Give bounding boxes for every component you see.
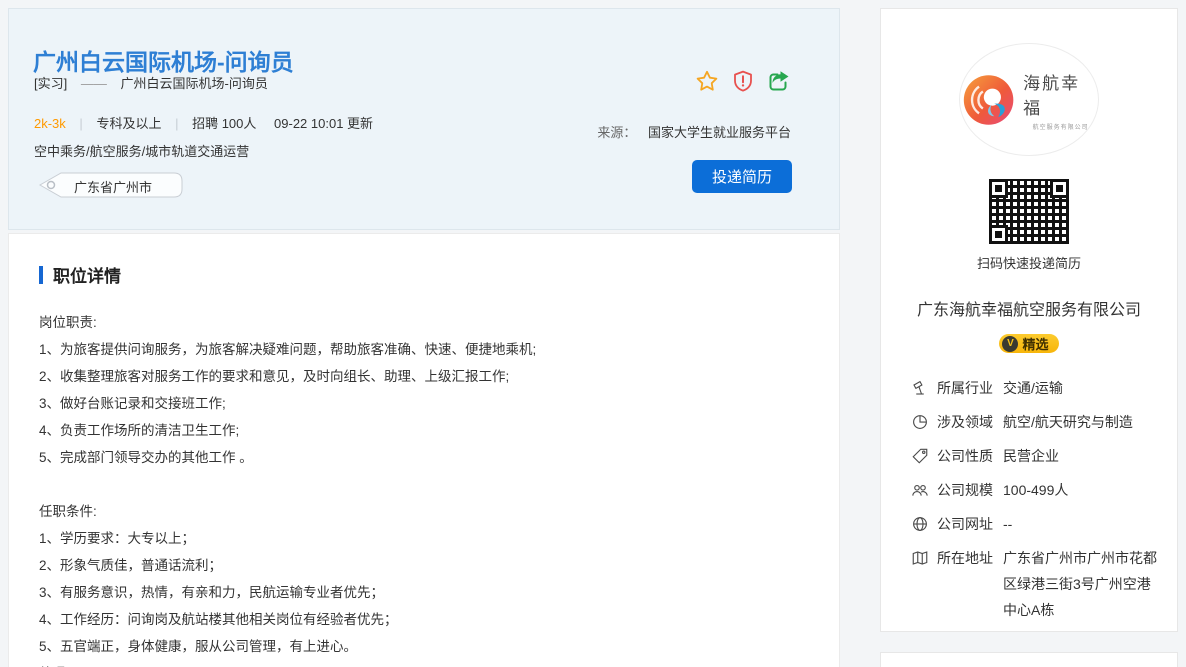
company-logo-text: 海航幸福 航空服务有限公司 <box>1023 69 1098 131</box>
qr-finder-pattern <box>989 225 1008 244</box>
job-subtitle-row: [实习] —— 广州白云国际机场-问询员 <box>34 73 268 92</box>
job-description-line: 4、工作经历：问询岗及航站楼其他相关岗位有经验者优先； <box>39 606 809 633</box>
job-subtitle: 广州白云国际机场-问询员 <box>120 76 267 91</box>
qr-finder-pattern <box>989 179 1008 198</box>
company-detail-label: 公司网址 <box>937 511 993 537</box>
field-icon <box>911 413 929 431</box>
salary-range: 2k-3k <box>34 116 66 131</box>
company-detail-label: 公司规模 <box>937 477 993 503</box>
job-description-line: 待遇: <box>39 660 809 667</box>
job-description-line: 2、形象气质佳，普通话流利； <box>39 552 809 579</box>
job-description-line: 1、学历要求：大专以上； <box>39 525 809 552</box>
company-name: 广东海航幸福航空服务有限公司 <box>917 296 1141 320</box>
company-detail-label: 所在地址 <box>937 545 993 623</box>
company-logo-subtitle: 航空服务有限公司 <box>1023 122 1098 131</box>
address-icon <box>911 549 929 567</box>
company-detail-label: 所属行业 <box>937 375 993 401</box>
job-description-line: 3、做好台账记录和交接班工作; <box>39 390 809 417</box>
company-detail-row: 涉及领域 航空/航天研究与制造 <box>911 409 1159 435</box>
section-title: 职位详情 <box>53 262 121 287</box>
job-meta-row: 2k-3k | 专科及以上 | 招聘 100人 09-22 10:01 更新 <box>34 113 373 132</box>
company-detail-value: -- <box>1003 511 1159 537</box>
company-detail-row: 公司网址 -- <box>911 511 1159 537</box>
company-card: 海航幸福 航空服务有限公司 扫码快速投递简历 广东海航幸福航空服务有限公司 V … <box>880 8 1178 632</box>
job-description-line: 5、完成部门领导交办的其他工作 。 <box>39 444 809 471</box>
apply-resume-button[interactable]: 投递简历 <box>692 160 792 193</box>
job-detail-page: 广州白云国际机场-问询员 [实习] —— 广州白云国际机场-问询员 <box>0 0 1186 667</box>
page-title: 广州白云国际机场-问询员 <box>33 43 294 77</box>
next-sidebar-card <box>880 652 1178 667</box>
source-row: 来源： 国家大学生就业服务平台 <box>597 122 791 141</box>
job-header-card: 广州白云国际机场-问询员 [实习] —— 广州白云国际机场-问询员 <box>8 8 840 230</box>
source-label: 来源： <box>597 125 636 140</box>
company-detail-value: 100-499人 <box>1003 477 1159 503</box>
qr-caption: 扫码快速投递简历 <box>977 253 1081 272</box>
dash-separator: —— <box>81 76 107 91</box>
qr-finder-pattern <box>1050 179 1069 198</box>
recruit-count: 招聘 100人 <box>192 116 256 131</box>
job-description-line: 岗位职责: <box>39 309 809 336</box>
job-detail-card: 职位详情 岗位职责: 1、为旅客提供问询服务，为旅客解决疑难问题，帮助旅客准确、… <box>8 233 840 667</box>
sidebar: 海航幸福 航空服务有限公司 扫码快速投递简历 广东海航幸福航空服务有限公司 V … <box>880 8 1178 667</box>
company-detail-label: 涉及领域 <box>937 409 993 435</box>
job-description-line: 任职条件: <box>39 498 809 525</box>
share-icon[interactable] <box>767 69 791 93</box>
company-detail-value: 广东省广州市广州市花都区绿港三街3号广州空港中心A栋 <box>1003 545 1159 623</box>
job-description-line: 4、负责工作场所的清洁卫生工作; <box>39 417 809 444</box>
job-description-line: 3、有服务意识，热情，有亲和力，民航运输专业者优先； <box>39 579 809 606</box>
website-icon <box>911 515 929 533</box>
source-value: 国家大学生就业服务平台 <box>648 125 791 140</box>
company-detail-row: 公司规模 100-499人 <box>911 477 1159 503</box>
section-header: 职位详情 <box>39 262 809 287</box>
updated-time: 09-22 10:01 更新 <box>274 116 373 131</box>
verified-v-icon: V <box>1002 336 1018 352</box>
job-description-line <box>39 471 809 498</box>
job-description-line: 1、为旅客提供问询服务，为旅客解决疑难问题，帮助旅客准确、快速、便捷地乘机; <box>39 336 809 363</box>
nature-icon <box>911 447 929 465</box>
company-detail-row: 所属行业 交通/运输 <box>911 375 1159 401</box>
job-description-line: 5、五官端正，身体健康，服从公司管理，有上进心。 <box>39 633 809 660</box>
section-accent-bar <box>39 266 43 284</box>
company-logo-title: 海航幸福 <box>1023 69 1098 119</box>
location-label: 广东省广州市 <box>74 177 152 196</box>
report-icon[interactable] <box>731 69 755 93</box>
main-column: 广州白云国际机场-问询员 [实习] —— 广州白云国际机场-问询员 <box>8 8 840 667</box>
intern-tag: [实习] <box>34 76 67 91</box>
company-detail-value: 交通/运输 <box>1003 375 1159 401</box>
job-categories: 空中乘务/航空服务/城市轨道交通运营 <box>34 141 249 160</box>
company-detail-row: 公司性质 民营企业 <box>911 443 1159 469</box>
job-description-line: 2、收集整理旅客对服务工作的要求和意见，及时向组长、助理、上级汇报工作; <box>39 363 809 390</box>
company-logo-mark-icon <box>960 71 1017 129</box>
company-logo: 海航幸福 航空服务有限公司 <box>959 43 1099 156</box>
scale-icon <box>911 481 929 499</box>
company-details: 所属行业 交通/运输 涉及领域 航空/航天研究与制造 <box>881 375 1177 631</box>
company-detail-row: 所在地址 广东省广州市广州市花都区绿港三街3号广州空港中心A栋 <box>911 545 1159 623</box>
company-detail-label: 公司性质 <box>937 443 993 469</box>
company-detail-value: 航空/航天研究与制造 <box>1003 409 1159 435</box>
resume-qr-code <box>989 179 1069 244</box>
favorite-star-icon[interactable] <box>695 69 719 93</box>
education-requirement: 专科及以上 <box>96 116 161 131</box>
featured-badge-label: 精选 <box>1022 334 1048 353</box>
job-description: 岗位职责: 1、为旅客提供问询服务，为旅客解决疑难问题，帮助旅客准确、快速、便捷… <box>39 309 809 667</box>
location-tag[interactable]: 广东省广州市 <box>34 171 186 199</box>
industry-icon <box>911 379 929 397</box>
company-detail-value: 民营企业 <box>1003 443 1159 469</box>
featured-badge: V 精选 <box>999 334 1058 353</box>
header-action-icons <box>695 69 791 93</box>
